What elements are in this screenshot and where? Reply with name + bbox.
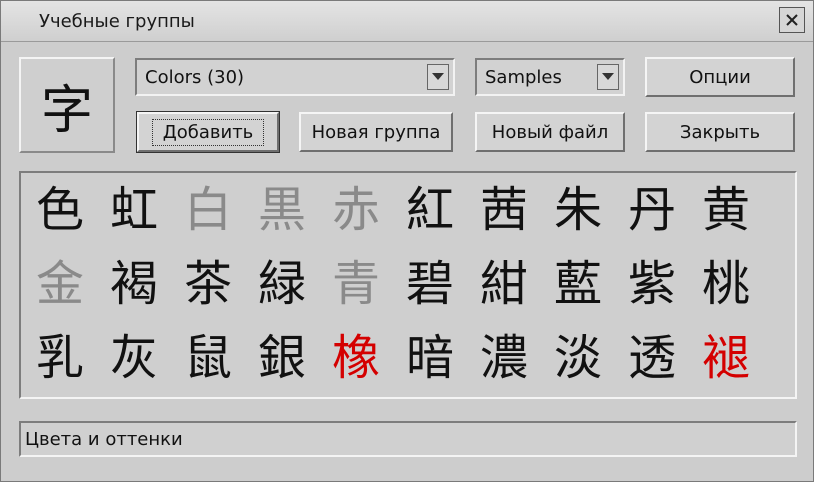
group-select-value: Colors (30) bbox=[145, 67, 245, 88]
kanji-cell[interactable]: 暗 bbox=[393, 321, 467, 395]
close-window-button[interactable] bbox=[779, 7, 805, 33]
kanji-cell[interactable]: 碧 bbox=[393, 247, 467, 321]
kanji-cell[interactable]: 青 bbox=[319, 247, 393, 321]
status-bar: Цвета и оттенки bbox=[19, 421, 797, 457]
kanji-cell[interactable]: 紫 bbox=[615, 247, 689, 321]
kanji-cell[interactable]: 白 bbox=[171, 173, 245, 247]
add-button[interactable]: Добавить bbox=[136, 111, 280, 153]
source-select[interactable]: Samples bbox=[475, 58, 625, 96]
chevron-down-icon bbox=[602, 73, 614, 80]
kanji-cell[interactable]: 虹 bbox=[97, 173, 171, 247]
chevron-down-icon bbox=[432, 73, 444, 80]
kanji-cell[interactable]: 褪 bbox=[689, 321, 763, 395]
kanji-cell[interactable]: 灰 bbox=[97, 321, 171, 395]
title-bar[interactable]: Учебные группы bbox=[1, 1, 813, 42]
kanji-cell[interactable]: 朱 bbox=[541, 173, 615, 247]
kanji-cell[interactable]: 黒 bbox=[245, 173, 319, 247]
kanji-cell[interactable]: 紅 bbox=[393, 173, 467, 247]
status-text: Цвета и оттенки bbox=[25, 429, 183, 450]
kanji-cell[interactable]: 紺 bbox=[467, 247, 541, 321]
kanji-cell[interactable]: 桃 bbox=[689, 247, 763, 321]
kanji-cell[interactable]: 鼠 bbox=[171, 321, 245, 395]
close-button[interactable]: Закрыть bbox=[645, 112, 795, 152]
kanji-cell[interactable]: 透 bbox=[615, 321, 689, 395]
kanji-cell[interactable]: 緑 bbox=[245, 247, 319, 321]
kanji-cell[interactable]: 淡 bbox=[541, 321, 615, 395]
close-icon bbox=[786, 14, 798, 26]
kanji-cell[interactable]: 茶 bbox=[171, 247, 245, 321]
options-button[interactable]: Опции bbox=[645, 57, 795, 97]
kanji-cell[interactable]: 濃 bbox=[467, 321, 541, 395]
group-select-dropdown-button[interactable] bbox=[427, 64, 449, 90]
kanji-grid: 色虹白黒赤紅茜朱丹黄金褐茶緑青碧紺藍紫桃乳灰鼠銀橡暗濃淡透褪 bbox=[19, 171, 797, 399]
kanji-cell[interactable]: 茜 bbox=[467, 173, 541, 247]
kanji-cell[interactable]: 黄 bbox=[689, 173, 763, 247]
kanji-cell[interactable]: 銀 bbox=[245, 321, 319, 395]
kanji-cell[interactable]: 乳 bbox=[23, 321, 97, 395]
kanji-cell[interactable]: 赤 bbox=[319, 173, 393, 247]
new-file-button[interactable]: Новый файл bbox=[475, 112, 625, 152]
window-title: Учебные группы bbox=[39, 11, 195, 32]
kanji-cell[interactable]: 丹 bbox=[615, 173, 689, 247]
kanji-cell[interactable]: 色 bbox=[23, 173, 97, 247]
study-groups-window: Учебные группы 字 Colors (30) Samples Опц… bbox=[0, 0, 814, 482]
source-select-dropdown-button[interactable] bbox=[597, 64, 619, 90]
group-select[interactable]: Colors (30) bbox=[135, 58, 455, 96]
kanji-cell[interactable]: 褐 bbox=[97, 247, 171, 321]
add-button-label: Добавить bbox=[151, 118, 265, 146]
selected-kanji-preview: 字 bbox=[19, 57, 115, 153]
kanji-cell[interactable]: 金 bbox=[23, 247, 97, 321]
kanji-cell[interactable]: 橡 bbox=[319, 321, 393, 395]
source-select-value: Samples bbox=[485, 67, 562, 88]
new-group-button[interactable]: Новая группа bbox=[299, 112, 453, 152]
kanji-cell[interactable]: 藍 bbox=[541, 247, 615, 321]
